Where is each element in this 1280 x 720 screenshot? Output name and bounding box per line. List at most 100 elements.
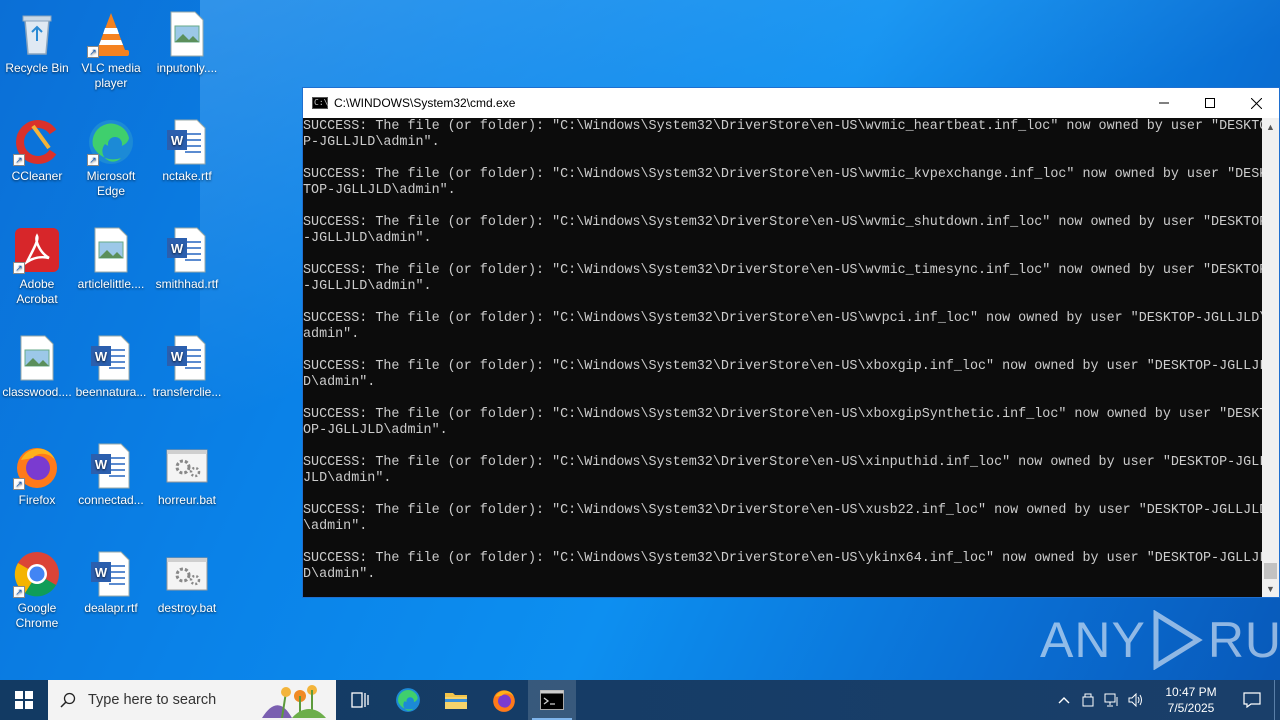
- shortcut-arrow-icon: ↗: [13, 478, 25, 490]
- desktop-icon-label: connectad...: [78, 493, 144, 507]
- minimize-icon: [1159, 102, 1169, 104]
- word-doc-icon: W: [163, 118, 211, 166]
- vertical-scrollbar[interactable]: ▲ ▼: [1262, 118, 1279, 597]
- edge-icon: ↗: [87, 118, 135, 166]
- desktop-icon-articlelittle[interactable]: articlelittle....: [74, 220, 148, 324]
- console-line: \admin".: [303, 519, 368, 534]
- taskbar-cmd-button[interactable]: [528, 680, 576, 720]
- console-output[interactable]: SUCCESS: The file (or folder): "C:\Windo…: [303, 118, 1263, 597]
- desktop-icon-horreur[interactable]: horreur.bat: [150, 436, 224, 540]
- svg-text:W: W: [171, 349, 184, 364]
- scroll-down-arrow-icon[interactable]: ▼: [1262, 580, 1279, 597]
- show-hidden-icons-chevron-up-icon[interactable]: [1052, 696, 1076, 704]
- desktop-icon-acrobat[interactable]: ↗ Adobe Acrobat: [0, 220, 74, 324]
- cmd-app-icon: C:\: [312, 97, 329, 109]
- console-line: P-JGLLJLD\admin".: [303, 135, 440, 150]
- maximize-button[interactable]: [1187, 88, 1233, 118]
- desktop-icon-chrome[interactable]: ↗ Google Chrome: [0, 544, 74, 648]
- desktop-icon-ccleaner[interactable]: ↗ CCleaner: [0, 112, 74, 216]
- windows-logo-icon: [15, 691, 33, 709]
- desktop-icon-dealapr[interactable]: W dealapr.rtf: [74, 544, 148, 648]
- usb-device-icon[interactable]: [1076, 693, 1100, 707]
- desktop-icon-smithhad[interactable]: W smithhad.rtf: [150, 220, 224, 324]
- console-line: SUCCESS: The file (or folder): "C:\Windo…: [303, 503, 1263, 518]
- desktop-icon-inputonly[interactable]: inputonly....: [150, 4, 224, 108]
- vlc-icon: ↗: [87, 10, 135, 58]
- console-line: SUCCESS: The file (or folder): "C:\Windo…: [303, 119, 1263, 134]
- cmd-titlebar[interactable]: C:\ C:\WINDOWS\System32\cmd.exe: [303, 88, 1279, 118]
- svg-text:W: W: [95, 349, 108, 364]
- desktop-icon-transferclie[interactable]: W transferclie...: [150, 328, 224, 432]
- start-button[interactable]: [0, 680, 48, 720]
- notification-center-button[interactable]: [1230, 692, 1274, 708]
- desktop-icon-destroy[interactable]: destroy.bat: [150, 544, 224, 648]
- firefox-icon: [493, 690, 515, 712]
- recycle-bin-icon: [13, 10, 61, 58]
- desktop-icon-label: classwood....: [2, 385, 72, 399]
- shortcut-arrow-icon: ↗: [87, 154, 99, 166]
- image-file-icon: [163, 10, 211, 58]
- taskbar-edge-button[interactable]: [384, 680, 432, 720]
- desktop-icon-recycle-bin[interactable]: Recycle Bin: [0, 4, 74, 108]
- anyrun-watermark: ANY RUN: [1040, 610, 1280, 670]
- network-icon[interactable]: [1100, 693, 1124, 707]
- acrobat-icon: ↗: [13, 226, 61, 274]
- scrollbar-thumb[interactable]: [1264, 563, 1277, 579]
- scroll-up-arrow-icon[interactable]: ▲: [1262, 118, 1279, 135]
- show-desktop-button[interactable]: [1274, 680, 1280, 720]
- taskbar-search-box[interactable]: Type here to search: [48, 680, 336, 720]
- desktop-icon-connectad[interactable]: W connectad...: [74, 436, 148, 540]
- taskbar-file-explorer-button[interactable]: [432, 680, 480, 720]
- taskbar-clock[interactable]: 10:47 PM 7/5/2025: [1152, 684, 1230, 716]
- console-line: D\admin".: [303, 567, 376, 582]
- desktop-icon-label: destroy.bat: [157, 601, 217, 615]
- desktop-icon-label: Adobe Acrobat: [16, 277, 58, 306]
- desktop-icon-beennatura[interactable]: W beennatura...: [74, 328, 148, 432]
- close-icon: [1250, 97, 1262, 109]
- bat-file-icon: [163, 550, 211, 598]
- volume-icon[interactable]: [1124, 693, 1148, 707]
- svg-text:W: W: [95, 565, 108, 580]
- desktop-icon-label: Microsoft Edge: [86, 169, 136, 198]
- svg-text:W: W: [95, 457, 108, 472]
- maximize-icon: [1205, 98, 1215, 108]
- play-logo-icon: [1153, 610, 1203, 670]
- minimize-button[interactable]: [1141, 88, 1187, 118]
- close-button[interactable]: [1233, 88, 1279, 118]
- desktop-icon-nctake[interactable]: W nctake.rtf: [150, 112, 224, 216]
- desktop-icon-edge[interactable]: ↗ Microsoft Edge: [74, 112, 148, 216]
- word-doc-icon: W: [87, 550, 135, 598]
- console-line: SUCCESS: The file (or folder): "C:\Windo…: [303, 551, 1263, 566]
- console-line: -JGLLJLD\admin".: [303, 231, 432, 246]
- console-line: SUCCESS: The file (or folder): "C:\Windo…: [303, 215, 1263, 230]
- watermark-text-right: RUN: [1207, 612, 1280, 668]
- desktop-icon-vlc[interactable]: ↗ VLC media player: [74, 4, 148, 108]
- edge-icon: [396, 688, 420, 712]
- clock-date: 7/5/2025: [1167, 701, 1215, 715]
- console-line: TOP-JGLLJLD\admin".: [303, 183, 456, 198]
- cmd-icon: [540, 690, 564, 710]
- word-doc-icon: W: [87, 334, 135, 382]
- console-line: OP-JGLLJLD\admin".: [303, 423, 448, 438]
- desktop-icon-classwood[interactable]: classwood....: [0, 328, 74, 432]
- desktop-icon-firefox[interactable]: ↗ Firefox: [0, 436, 74, 540]
- chrome-icon: ↗: [13, 550, 61, 598]
- taskbar-firefox-button[interactable]: [480, 680, 528, 720]
- window-title: C:\WINDOWS\System32\cmd.exe: [334, 96, 516, 110]
- desktop-icon-label: beennatura...: [75, 385, 147, 399]
- console-line: SUCCESS: The file (or folder): "C:\Windo…: [303, 167, 1263, 182]
- desktop-icon-label: horreur.bat: [157, 493, 217, 507]
- task-view-button[interactable]: [336, 680, 384, 720]
- desktop-icon-label: Recycle Bin: [5, 61, 69, 75]
- svg-text:W: W: [171, 133, 184, 148]
- search-icon: [48, 692, 88, 708]
- cmd-window[interactable]: C:\ C:\WINDOWS\System32\cmd.exe SUCCESS:…: [302, 87, 1280, 598]
- folder-icon: [445, 693, 467, 709]
- desktop-icon-label: inputonly....: [156, 61, 218, 75]
